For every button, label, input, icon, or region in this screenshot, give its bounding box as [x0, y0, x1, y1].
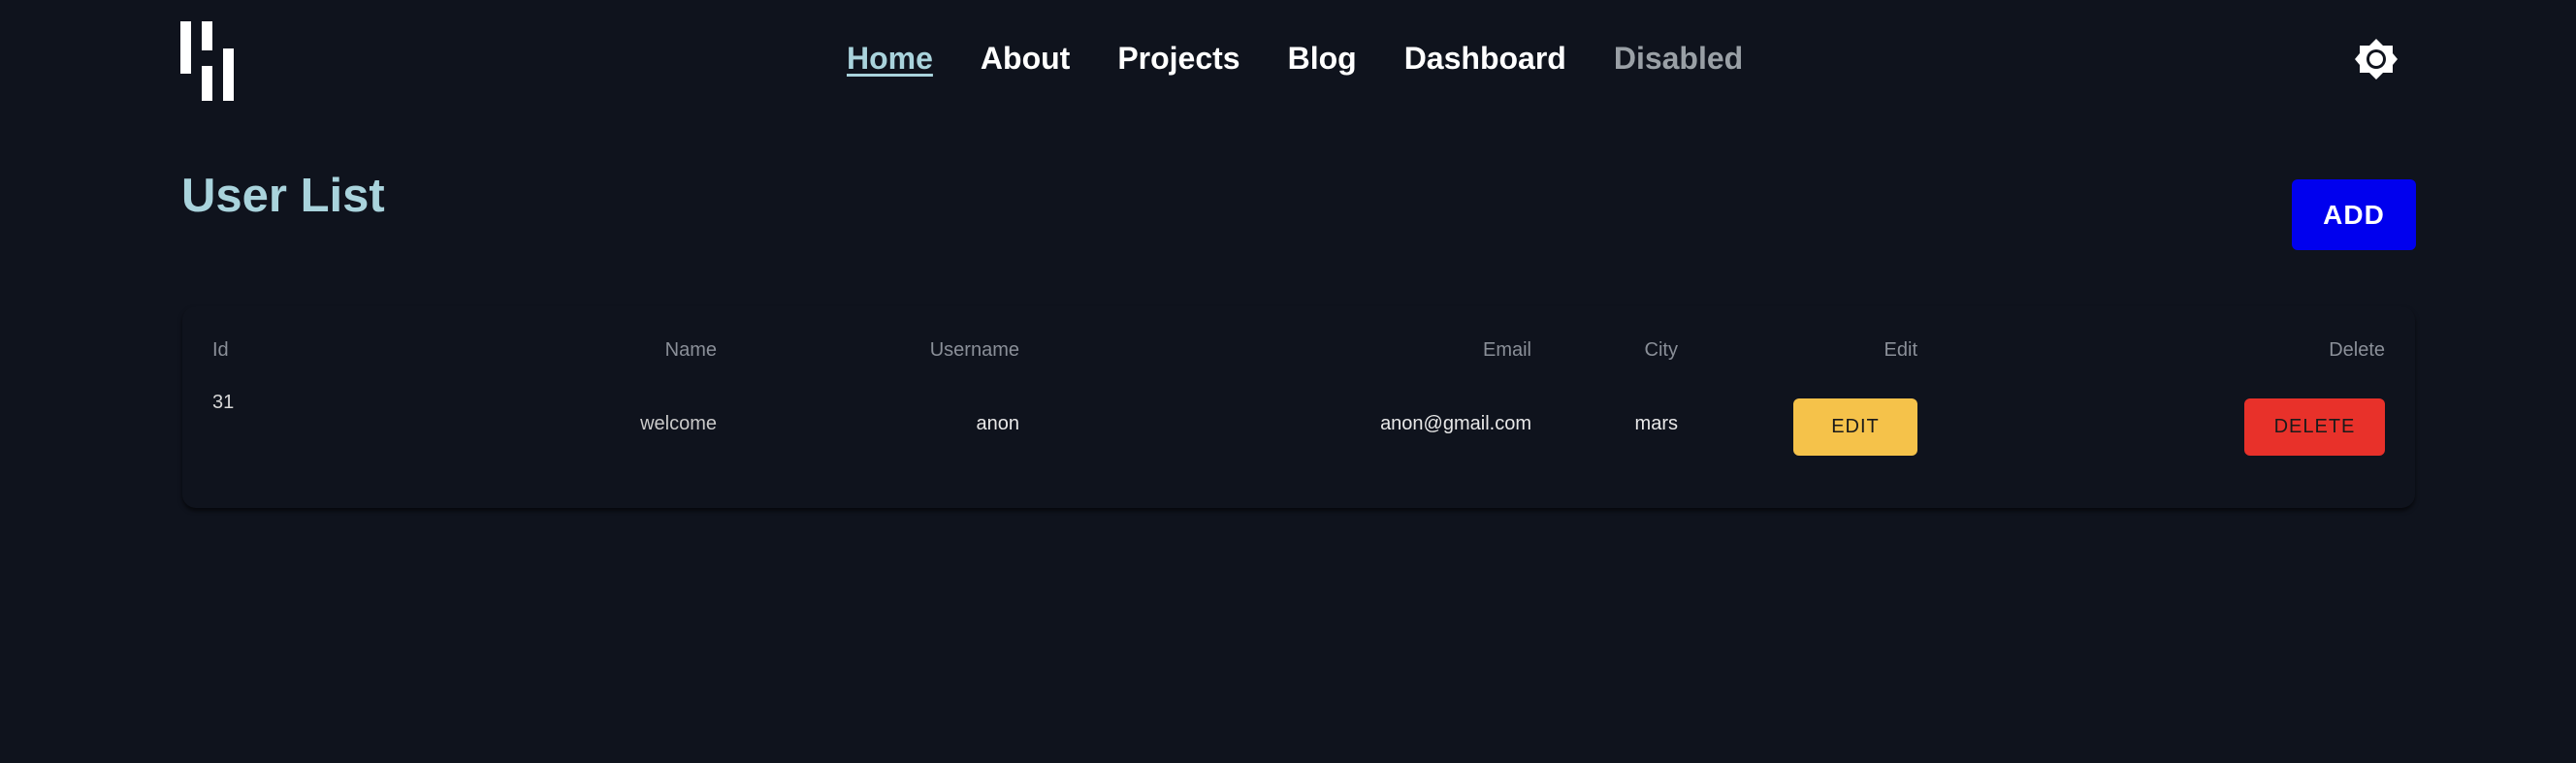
- add-user-button[interactable]: ADD: [2292, 179, 2416, 250]
- nav-disabled-link: Disabled: [1613, 41, 1744, 76]
- nav-home-link[interactable]: Home: [847, 39, 933, 78]
- logo-bar: [223, 48, 234, 101]
- page-title: User List: [181, 170, 385, 222]
- cell-id: 31: [212, 392, 235, 413]
- nav-blog-link[interactable]: Blog: [1288, 39, 1357, 78]
- cell-name: welcome: [640, 413, 717, 434]
- nav-projects-link[interactable]: Projects: [1117, 39, 1240, 78]
- edit-button[interactable]: EDIT: [1793, 398, 1917, 456]
- column-header-delete: Delete: [2329, 339, 2385, 361]
- column-header-email: Email: [1482, 339, 1531, 361]
- logo-gap: [202, 50, 212, 66]
- delete-button[interactable]: DELETE: [2244, 398, 2385, 456]
- column-header-id: Id: [212, 339, 229, 361]
- page: Home About Projects Blog Dashboard Disab…: [0, 0, 2576, 763]
- cell-email: anon@gmail.com: [1380, 413, 1531, 434]
- nav-about-link[interactable]: About: [981, 39, 1070, 78]
- cell-city: mars: [1634, 413, 1678, 434]
- nav-dashboard-link[interactable]: Dashboard: [1404, 39, 1566, 78]
- cell-username: anon: [976, 413, 1020, 434]
- column-header-edit: Edit: [1884, 339, 1917, 361]
- column-header-name: Name: [664, 339, 717, 361]
- logo-bar: [180, 21, 191, 74]
- column-header-city: City: [1644, 339, 1678, 361]
- user-table: Id Name Username Email City Edit Delete …: [182, 306, 2415, 508]
- logo-icon[interactable]: [180, 21, 235, 101]
- theme-toggle-button[interactable]: [2355, 38, 2398, 80]
- main-nav: Home About Projects Blog Dashboard Disab…: [847, 39, 1743, 78]
- column-header-username: Username: [929, 339, 1019, 361]
- sun-icon: [2355, 39, 2398, 79]
